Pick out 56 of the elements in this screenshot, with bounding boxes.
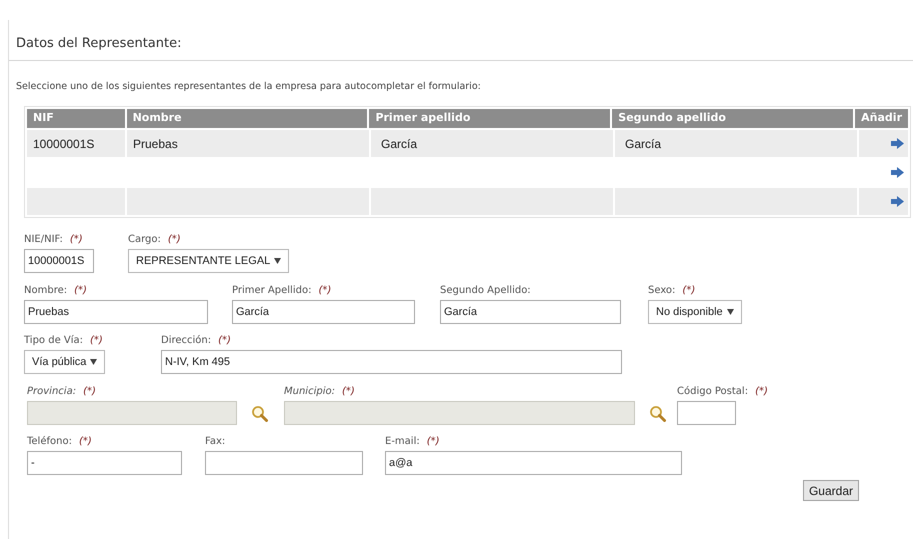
required-mark: (*) [318, 284, 332, 298]
field-label: Segundo Apellido: [440, 284, 531, 298]
field-label: Provincia: [27, 385, 76, 399]
input-field[interactable]: N-IV, Km 495 [161, 350, 622, 374]
save-button[interactable]: Guardar [802, 480, 859, 501]
table-cell: 10000001S [27, 130, 125, 157]
arrow-right-icon[interactable] [891, 138, 904, 149]
field-label: Cargo: [128, 233, 161, 247]
required-mark: (*) [70, 233, 83, 247]
input-field[interactable]: García [232, 300, 415, 324]
required-mark: (*) [168, 233, 181, 247]
column-header: Nombre [126, 109, 368, 128]
column-header: Primer apellido [369, 109, 610, 128]
input-field[interactable] [677, 401, 736, 425]
field-label: NIE/NIF: [24, 233, 63, 247]
field-label: E-mail: [385, 435, 420, 449]
required-mark: (*) [90, 334, 103, 348]
field-label: Dirección: [161, 334, 212, 348]
required-mark: (*) [83, 385, 96, 399]
required-mark: (*) [682, 284, 696, 298]
input-field[interactable]: a@a [385, 451, 682, 475]
table-cell: García [371, 130, 613, 157]
caret-icon [726, 309, 734, 315]
instructions-text: Seleccione uno de los siguientes representantes de la empresa para autocompletar el formulario: [16, 81, 481, 92]
arrow-right-icon[interactable] [891, 167, 904, 178]
section-title: Datos del Representante: [16, 36, 182, 51]
caret-icon [90, 359, 98, 365]
field-label: Nombre: [24, 284, 68, 298]
input-field[interactable]: - [27, 451, 182, 475]
input-field[interactable]: 10000001S [24, 249, 94, 273]
field-label: Municipio: [284, 385, 335, 399]
required-mark: (*) [78, 435, 92, 449]
input-field[interactable]: Pruebas [24, 300, 208, 324]
dropdown[interactable]: Vía pública [24, 350, 106, 374]
required-mark: (*) [755, 385, 768, 399]
caret-icon [274, 258, 282, 264]
input-field[interactable]: García [440, 300, 621, 324]
field-label: Código Postal: [677, 385, 748, 399]
table-cell: García [615, 130, 857, 157]
input-field[interactable] [205, 451, 363, 475]
field-label: Teléfono: [27, 435, 72, 449]
column-header: Segundo apellido [612, 109, 854, 128]
column-header: Añadir [855, 109, 908, 128]
field-label: Primer Apellido: [232, 284, 312, 298]
dropdown[interactable]: REPRESENTANTE LEGAL [128, 249, 290, 273]
required-mark: (*) [342, 385, 355, 399]
field-label: Sexo: [648, 284, 676, 298]
dropdown[interactable]: No disponible [648, 300, 742, 324]
table-cell: Pruebas [127, 130, 369, 157]
arrow-right-icon[interactable] [891, 196, 904, 207]
required-mark: (*) [74, 284, 87, 298]
field-label: Tipo de Vía: [24, 334, 84, 348]
column-header: NIF [27, 109, 125, 128]
field-label: Fax: [205, 435, 226, 449]
required-mark: (*) [218, 334, 231, 348]
required-mark: (*) [426, 435, 440, 449]
